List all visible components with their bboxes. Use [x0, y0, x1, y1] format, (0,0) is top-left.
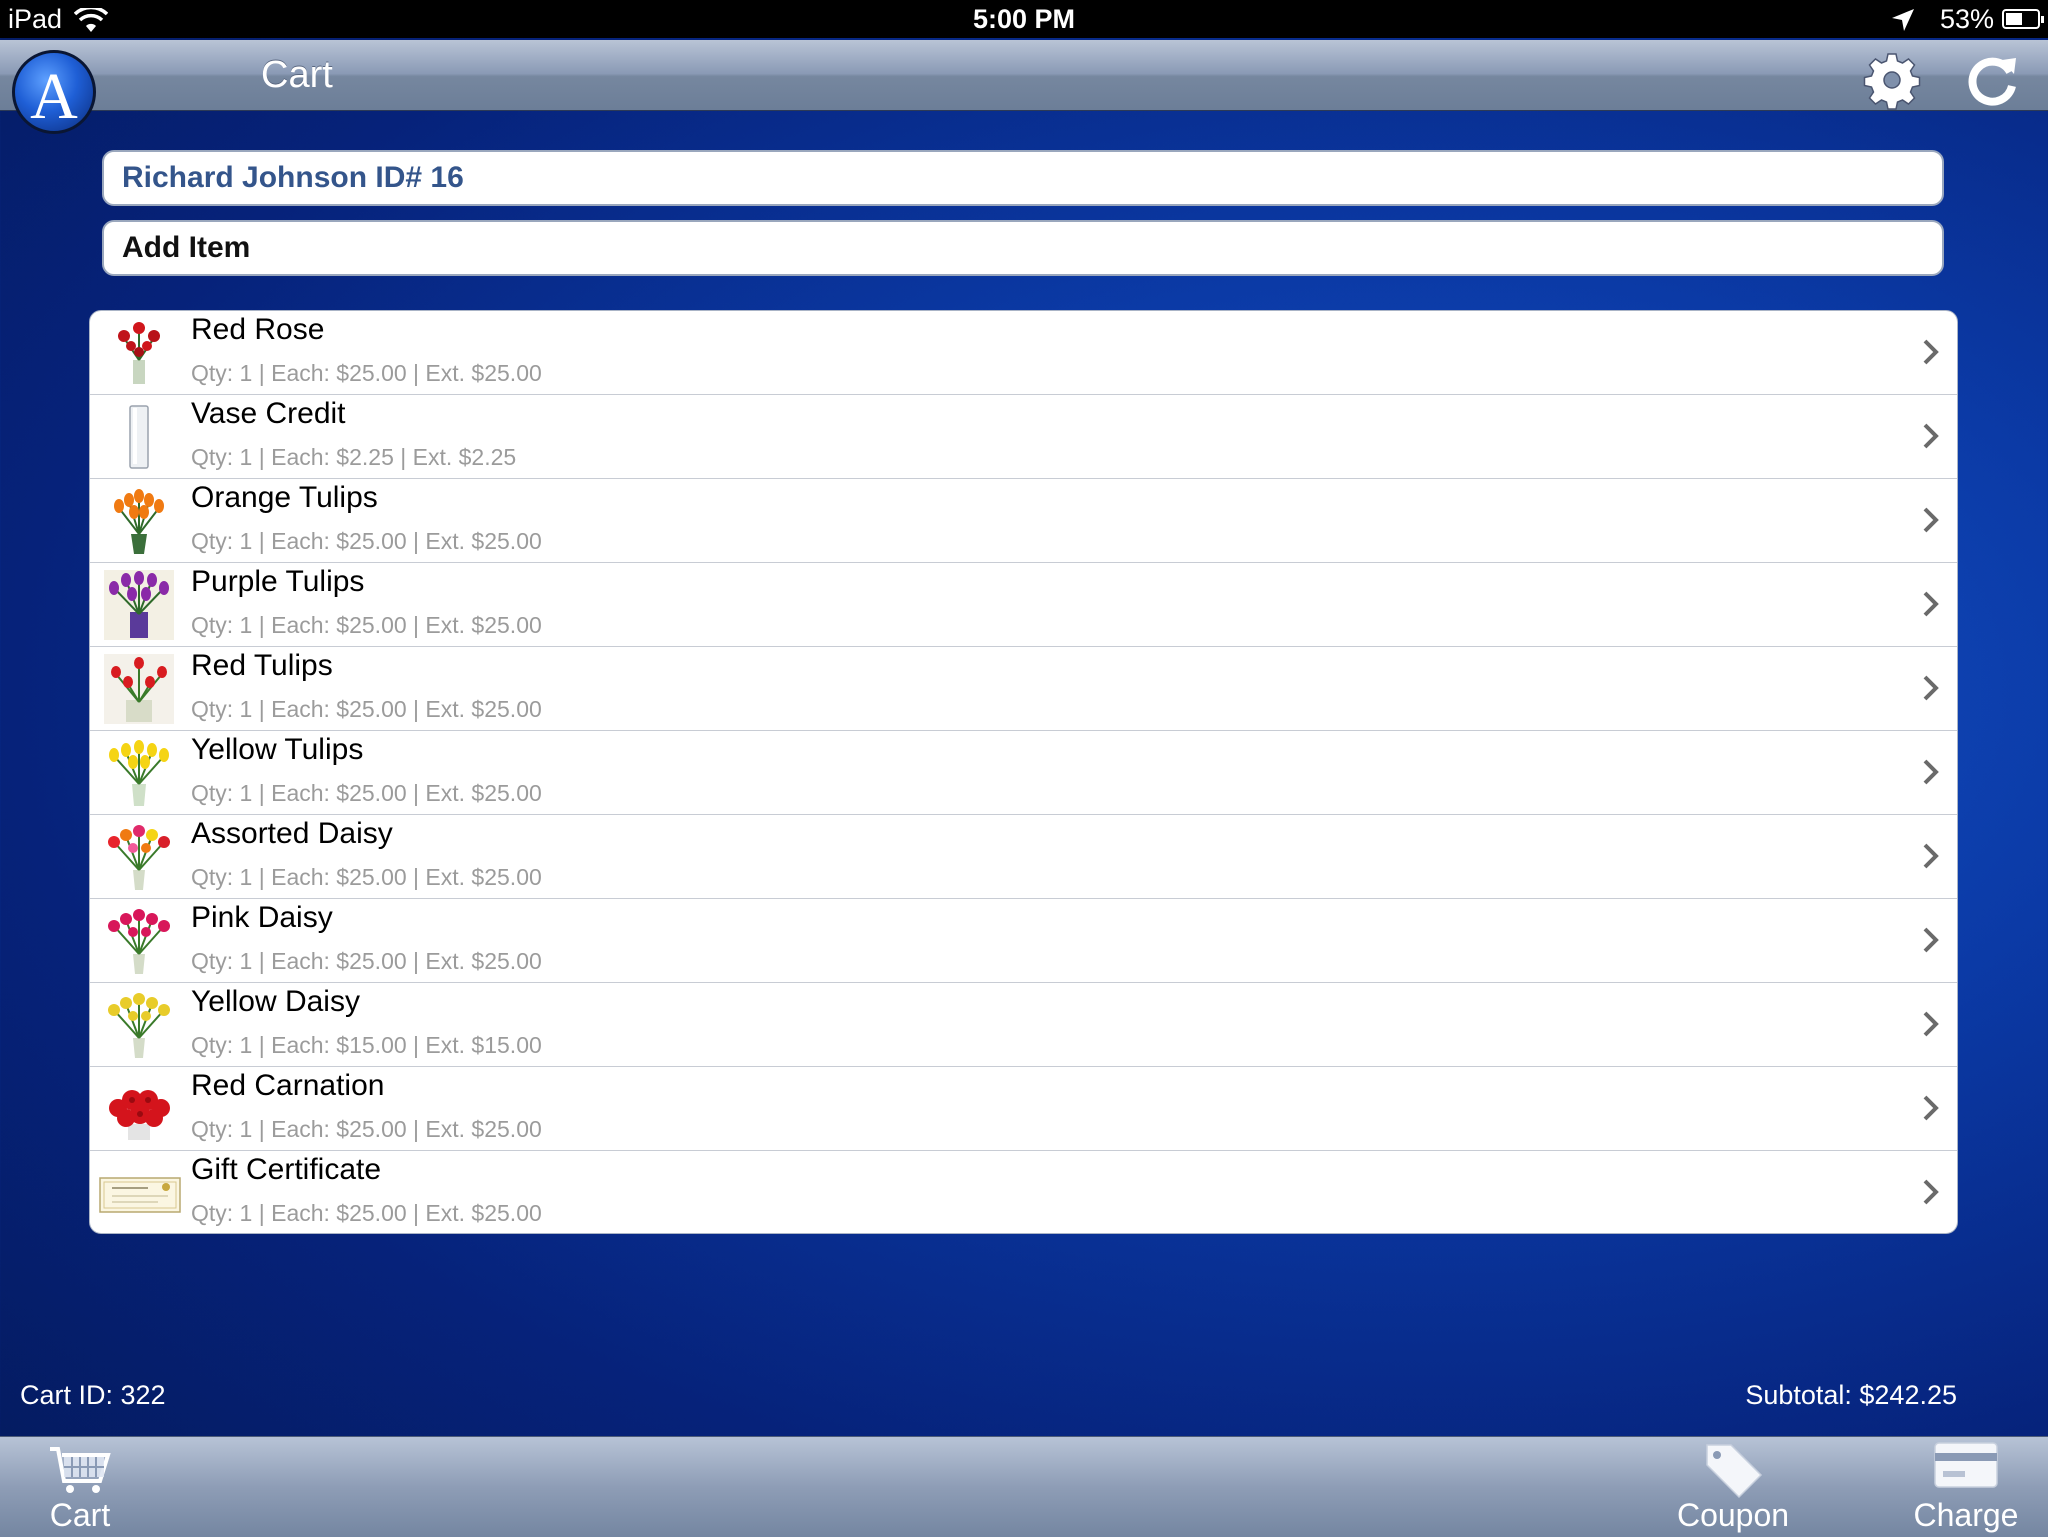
item-detail: Qty: 1 | Each: $25.00 | Ext. $25.00 [191, 864, 542, 890]
cart-icon [50, 1447, 111, 1493]
tag-icon [1706, 1444, 1763, 1499]
red-carnation-icon [109, 1090, 170, 1140]
credit-card-icon [1934, 1442, 1998, 1488]
cart-item-list: Red Rose Qty: 1 | Each: $25.00 | Ext. $2… [89, 310, 1958, 1234]
cart-item-row[interactable]: Red Tulips Qty: 1 | Each: $25.00 | Ext. … [90, 647, 1957, 731]
red-tulips-icon [104, 654, 174, 724]
app-logo[interactable]: A [12, 50, 96, 134]
cart-item-row[interactable]: Vase Credit Qty: 1 | Each: $2.25 | Ext. … [90, 395, 1957, 479]
pink-daisy-icon [108, 909, 170, 974]
tab-coupon-label: Coupon [1676, 1497, 1790, 1533]
item-detail: Qty: 1 | Each: $25.00 | Ext. $25.00 [191, 528, 542, 554]
assorted-daisy-icon [108, 825, 170, 890]
tab-charge-label: Charge [1913, 1497, 2019, 1533]
clock: 5:00 PM [972, 4, 1076, 34]
orange-tulips-icon [114, 489, 164, 554]
gift-certificate-icon [99, 1177, 181, 1213]
item-name: Gift Certificate [191, 1153, 382, 1186]
chevron-right-icon [1923, 591, 1939, 617]
yellow-tulips-icon [109, 740, 169, 806]
refresh-icon[interactable] [1962, 50, 2022, 110]
item-name: Yellow Tulips [191, 733, 364, 766]
item-detail: Qty: 1 | Each: $25.00 | Ext. $25.00 [191, 612, 542, 638]
chevron-right-icon [1923, 843, 1939, 869]
item-detail: Qty: 1 | Each: $15.00 | Ext. $15.00 [191, 1032, 542, 1058]
chevron-right-icon [1923, 339, 1939, 365]
battery-icon [2002, 9, 2044, 29]
item-name: Yellow Daisy [191, 985, 360, 1018]
logo-letter: A [30, 60, 78, 133]
subtotal-label: Subtotal: $242.25 [1745, 1380, 1957, 1410]
chevron-right-icon [1923, 423, 1939, 449]
item-detail: Qty: 1 | Each: $2.25 | Ext. $2.25 [191, 444, 517, 470]
cart-item-row[interactable]: Pink Daisy Qty: 1 | Each: $25.00 | Ext. … [90, 899, 1957, 983]
chevron-right-icon [1923, 1179, 1939, 1205]
cart-item-row[interactable]: Orange Tulips Qty: 1 | Each: $25.00 | Ex… [90, 479, 1957, 563]
battery-percentage: 53% [1939, 4, 1994, 34]
add-item-button[interactable]: Add Item [102, 220, 1944, 276]
page-title: Cart [261, 54, 333, 96]
tab-charge[interactable]: Charge [1906, 1437, 2026, 1537]
cart-item-row[interactable]: Purple Tulips Qty: 1 | Each: $25.00 | Ex… [90, 563, 1957, 647]
chevron-right-icon [1923, 675, 1939, 701]
tab-coupon[interactable]: Coupon [1668, 1437, 1798, 1537]
red-rose-icon [118, 322, 160, 384]
cart-item-row[interactable]: Assorted Daisy Qty: 1 | Each: $25.00 | E… [90, 815, 1957, 899]
location-arrow-icon [1892, 9, 1914, 31]
tab-bar: Cart Coupon Charge [0, 1436, 2048, 1537]
chevron-right-icon [1923, 507, 1939, 533]
chevron-right-icon [1923, 1095, 1939, 1121]
vase-icon [129, 405, 149, 469]
item-name: Red Carnation [191, 1069, 385, 1102]
item-name: Red Tulips [191, 649, 333, 682]
item-detail: Qty: 1 | Each: $25.00 | Ext. $25.00 [191, 780, 542, 806]
cart-id-label: Cart ID: 322 [20, 1380, 166, 1410]
status-bar: iPad 5:00 PM 53% [0, 0, 2048, 38]
yellow-daisy-icon [108, 993, 170, 1058]
item-detail: Qty: 1 | Each: $25.00 | Ext. $25.00 [191, 1116, 542, 1142]
purple-tulips-icon [104, 570, 174, 640]
tab-cart[interactable]: Cart [28, 1437, 132, 1537]
cart-item-row[interactable]: Yellow Tulips Qty: 1 | Each: $25.00 | Ex… [90, 731, 1957, 815]
item-name: Purple Tulips [191, 565, 365, 598]
cart-item-row[interactable]: Yellow Daisy Qty: 1 | Each: $15.00 | Ext… [90, 983, 1957, 1067]
cart-item-row[interactable]: Red Carnation Qty: 1 | Each: $25.00 | Ex… [90, 1067, 1957, 1151]
item-name: Vase Credit [191, 397, 346, 430]
chevron-right-icon [1923, 759, 1939, 785]
cart-item-row[interactable]: Red Rose Qty: 1 | Each: $25.00 | Ext. $2… [90, 311, 1957, 395]
item-detail: Qty: 1 | Each: $25.00 | Ext. $25.00 [191, 948, 542, 974]
item-name: Pink Daisy [191, 901, 333, 934]
gear-icon[interactable] [1862, 50, 1922, 110]
item-detail: Qty: 1 | Each: $25.00 | Ext. $25.00 [191, 1200, 542, 1226]
cart-item-row[interactable]: Gift Certificate Qty: 1 | Each: $25.00 |… [90, 1151, 1957, 1233]
chevron-right-icon [1923, 927, 1939, 953]
item-name: Assorted Daisy [191, 817, 393, 850]
item-detail: Qty: 1 | Each: $25.00 | Ext. $25.00 [191, 360, 542, 386]
chevron-right-icon [1923, 1011, 1939, 1037]
tab-cart-label: Cart [49, 1497, 111, 1533]
item-name: Orange Tulips [191, 481, 378, 514]
item-name: Red Rose [191, 313, 325, 346]
navigation-bar: Cart [0, 40, 2048, 111]
item-detail: Qty: 1 | Each: $25.00 | Ext. $25.00 [191, 696, 542, 722]
customer-field[interactable]: Richard Johnson ID# 16 [102, 150, 1944, 206]
